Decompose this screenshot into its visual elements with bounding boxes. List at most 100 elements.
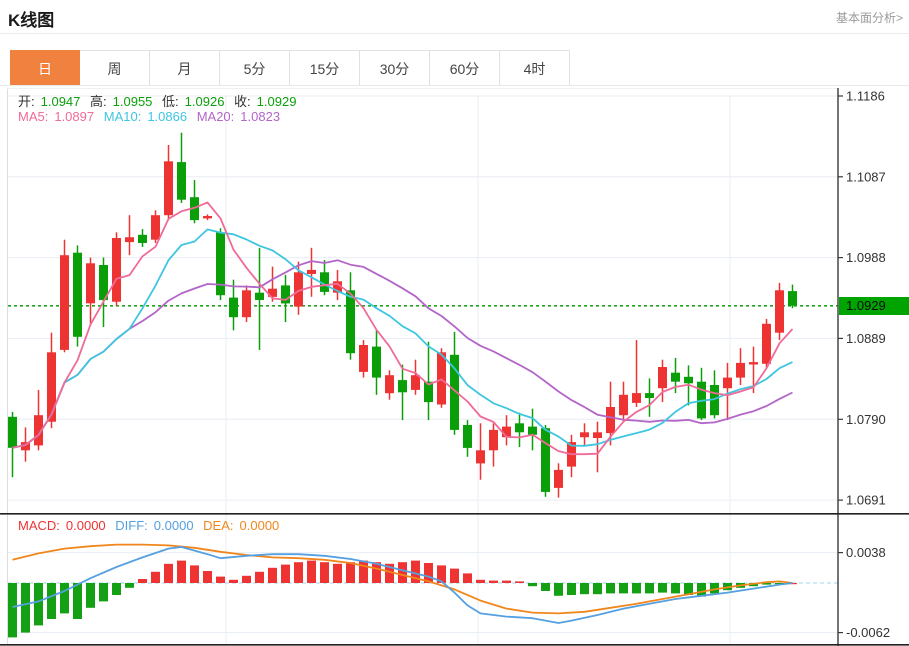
candle — [8, 416, 17, 448]
tab-60分[interactable]: 60分 — [430, 50, 500, 86]
candle — [359, 345, 368, 372]
macd-bar — [489, 580, 498, 583]
main-candlestick-chart[interactable]: 1.1186 1.1087 1.0988 1.0889 1.0790 1.0691 — [0, 88, 909, 513]
macd-axis-label: 0.0038 — [846, 545, 886, 560]
macd-bar — [333, 563, 342, 583]
tab-5分[interactable]: 5分 — [220, 50, 290, 86]
macd-bar — [164, 563, 173, 583]
tab-15分[interactable]: 15分 — [290, 50, 360, 86]
macd-bar — [281, 564, 290, 583]
ma20-value: 1.0823 — [240, 109, 281, 124]
kline-page: K线图 基本面分析> 日周月 5分 15分 30分 60分 4时 1.1186 1.1087… — [0, 0, 909, 646]
candle — [593, 432, 602, 438]
tab-4时[interactable]: 4时 — [500, 50, 570, 86]
close-value: 1.0929 — [256, 94, 297, 109]
header-divider — [0, 33, 909, 34]
high-value: 1.0955 — [112, 94, 153, 109]
macd-bar — [554, 583, 563, 596]
macd-bar — [398, 562, 407, 583]
candle — [658, 367, 667, 389]
price-axis-label: 1.0988 — [846, 250, 886, 265]
candle — [229, 297, 238, 318]
macd-bar — [190, 565, 199, 583]
candle — [372, 346, 381, 378]
candle — [489, 429, 498, 451]
candle — [138, 234, 147, 243]
ma20-label: MA20: — [196, 109, 235, 124]
macd-value: 0.0000 — [65, 518, 106, 533]
diff-value: 0.0000 — [153, 518, 194, 533]
macd-bar — [47, 583, 56, 619]
macd-bar — [450, 568, 459, 583]
candle — [411, 375, 420, 390]
ma10-value: 1.0866 — [147, 109, 188, 124]
macd-bar — [138, 579, 147, 583]
candle — [528, 426, 537, 435]
macd-axis-label: -0.0062 — [846, 625, 890, 640]
low-label: 低: — [162, 94, 179, 109]
macd-bar — [658, 583, 667, 593]
macd-label: MACD: — [18, 518, 60, 533]
tab-月[interactable]: 月 — [150, 50, 220, 86]
macd-bar — [606, 583, 615, 594]
candle — [151, 215, 160, 240]
candle — [177, 162, 186, 200]
macd-bar — [60, 583, 69, 614]
macd-bar — [346, 562, 355, 583]
macd-bar — [541, 583, 550, 591]
ma5-label: MA5: — [18, 109, 49, 124]
candle — [437, 352, 446, 405]
macd-bar — [307, 560, 316, 583]
candle — [580, 432, 589, 438]
ma10-label: MA10: — [103, 109, 142, 124]
candle — [606, 407, 615, 434]
macd-bar — [112, 583, 121, 595]
macd-bar — [528, 583, 537, 587]
candle — [164, 161, 173, 216]
macd-bar — [645, 583, 654, 594]
macd-bar — [580, 583, 589, 595]
macd-bar — [255, 571, 264, 583]
macd-bar — [515, 581, 524, 583]
candle — [125, 237, 134, 243]
macd-bar — [593, 583, 602, 595]
candle — [112, 238, 121, 302]
candle — [255, 292, 264, 300]
candle — [775, 290, 784, 333]
candle — [788, 291, 797, 306]
macd-bar — [671, 583, 680, 594]
open-label: 开: — [18, 94, 35, 109]
macd-bar — [21, 583, 30, 633]
price-axis-label: 1.1186 — [846, 89, 885, 104]
candle — [60, 255, 69, 350]
candle — [723, 377, 732, 389]
tab-周[interactable]: 周 — [80, 50, 150, 86]
tab-日[interactable]: 日 — [10, 50, 80, 86]
candle — [47, 352, 56, 422]
macd-bar — [242, 575, 251, 583]
macd-bar — [359, 560, 368, 583]
macd-bar — [86, 583, 95, 608]
macd-bar — [203, 571, 212, 583]
fundamental-analysis-link[interactable]: 基本面分析> — [836, 9, 903, 26]
candle — [385, 375, 394, 394]
macd-bar — [632, 583, 641, 594]
candle — [86, 263, 95, 304]
ma-info-row: MA5: 1.0897 MA10: 1.0866 MA20: 1.0823 — [18, 109, 286, 124]
tab-30分[interactable]: 30分 — [360, 50, 430, 86]
high-label: 高: — [90, 94, 107, 109]
current-price-tag: 1.0929 — [839, 297, 909, 315]
candle — [203, 216, 212, 219]
diff-label: DIFF: — [115, 518, 148, 533]
candle — [463, 425, 472, 448]
macd-bar — [151, 571, 160, 583]
close-label: 收: — [234, 94, 251, 109]
macd-bar — [268, 567, 277, 583]
candle — [619, 394, 628, 416]
macd-bar — [99, 583, 108, 602]
dea-label: DEA: — [203, 518, 234, 533]
page-title: K线图 — [8, 11, 55, 30]
timeframe-tab-bar: 日周月 5分 15分 30分 60分 4时 — [10, 50, 570, 86]
candle — [736, 362, 745, 378]
macd-bar — [229, 579, 238, 583]
